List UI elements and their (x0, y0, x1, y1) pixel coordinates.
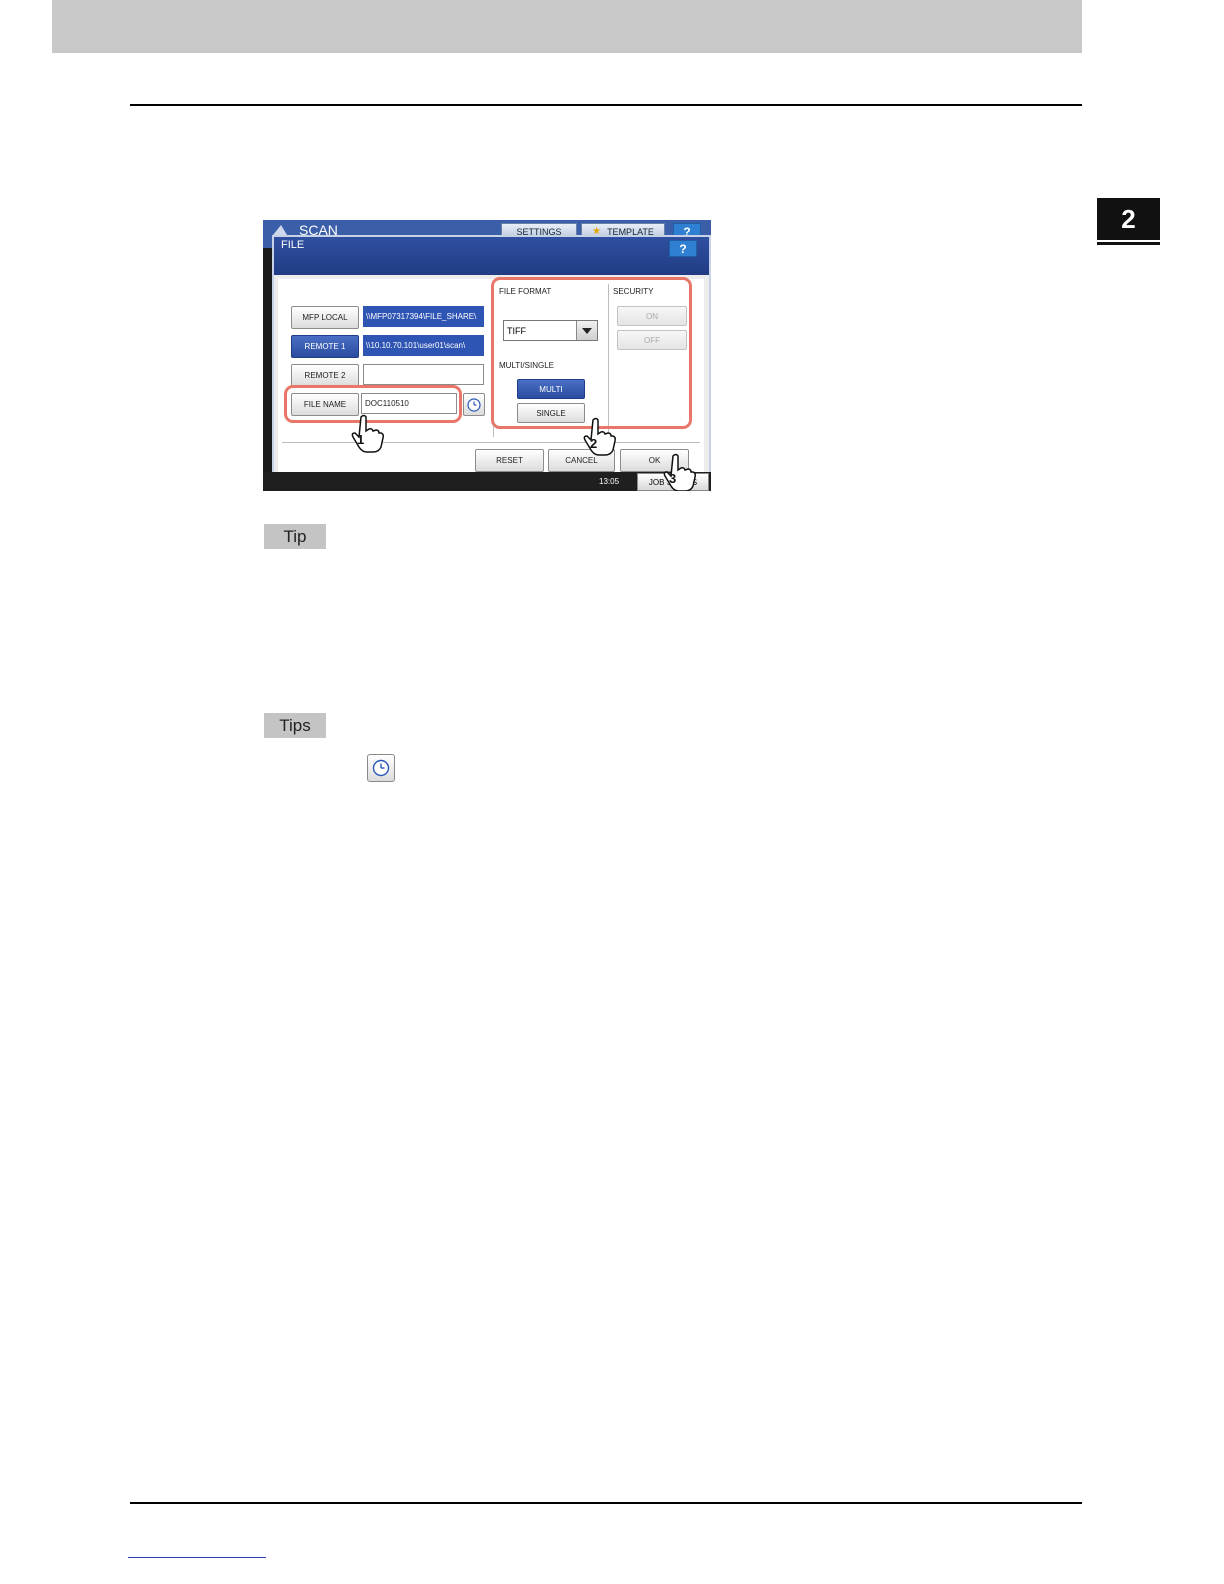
chapter-tab-underline (1097, 242, 1160, 245)
remote-1-path: \\10.10.70.101\user01\scan\ (363, 335, 484, 356)
clock-icon (372, 759, 390, 777)
hand-pointer-icon-1: 1 (351, 414, 384, 453)
actions-divider (282, 442, 700, 443)
remote-1-button[interactable]: REMOTE 1 (291, 335, 359, 358)
footer-link-underline[interactable] (128, 1557, 266, 1558)
tip-label: Tip (264, 524, 326, 549)
date-time-button[interactable] (463, 393, 485, 416)
reset-button[interactable]: RESET (475, 449, 544, 472)
format-security-highlight (491, 277, 692, 429)
dialog-title: FILE (281, 239, 305, 251)
tips-label: Tips (264, 713, 326, 738)
hand-pointer-icon-2: 2 (583, 417, 616, 456)
inline-clock-button-icon (367, 754, 395, 782)
scan-screenshot: SCAN SETTINGS ★ TEMPLATE ? FILE ? MFP LO… (263, 220, 711, 491)
remote-2-path (363, 364, 484, 385)
mfp-local-path: \\MFP07317394\FILE_SHARE\ (363, 306, 484, 327)
header-band (52, 0, 1082, 53)
mfp-local-button[interactable]: MFP LOCAL (291, 306, 359, 329)
chapter-tab: 2 (1097, 198, 1160, 240)
hand-pointer-icon-3: 3 (663, 453, 696, 491)
clock-icon (467, 397, 481, 412)
header-rule (130, 104, 1082, 106)
dialog-titlebar: FILE ? (274, 237, 709, 275)
remote-2-button[interactable]: REMOTE 2 (291, 364, 359, 387)
footer-rule (130, 1502, 1082, 1504)
clock-time: 13:05 (599, 477, 620, 486)
callout-2: 2 (590, 436, 597, 451)
file-dialog: FILE ? MFP LOCAL \\MFP07317394\FILE_SHAR… (272, 235, 711, 482)
dialog-help-button[interactable]: ? (669, 240, 697, 257)
callout-1: 1 (357, 432, 364, 447)
callout-3: 3 (669, 471, 676, 486)
